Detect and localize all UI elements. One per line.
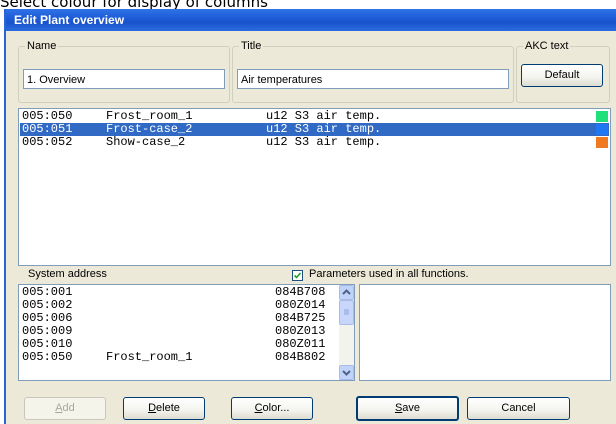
name-legend: Name — [25, 40, 59, 52]
point-parameter: u12 S3 air temp. — [266, 135, 382, 149]
params-checkbox[interactable] — [292, 270, 303, 281]
akc-text-legend: AKC text — [523, 40, 571, 52]
system-address-label: System address — [28, 268, 107, 280]
scroll-down-arrow-icon — [342, 370, 351, 376]
address-name: Frost_room_1 — [106, 350, 193, 364]
delete-mnemonic: D — [148, 402, 157, 414]
scroll-up-arrow-icon — [342, 289, 351, 295]
color-button[interactable]: Color... — [231, 397, 313, 420]
title-legend: Title — [239, 40, 264, 52]
check-icon — [293, 272, 302, 279]
scroll-down-button[interactable] — [339, 365, 354, 380]
system-address-list[interactable]: 005:001 084B708 005:002 080Z014 005:006 084B7… — [18, 284, 355, 381]
address-scrollbar[interactable] — [339, 285, 354, 380]
edit-plant-overview-dialog: Edit Plant overview Name 1. Overview Tit… — [4, 9, 616, 424]
save-label: ave — [402, 402, 421, 414]
address-code: 084B802 — [275, 350, 326, 364]
color-label: olor... — [262, 402, 290, 414]
add-mnemonic: A — [55, 402, 63, 414]
title-group: Title Air temperatures — [232, 40, 514, 103]
title-field[interactable]: Air temperatures — [237, 69, 509, 89]
points-list[interactable]: 005:050 Frost_room_1 u12 S3 air temp. 005:0… — [18, 108, 611, 266]
point-address: 005:052 — [22, 135, 73, 149]
points-list-row[interactable]: 005:052 Show-case_2 u12 S3 air temp. — [20, 136, 609, 149]
add-button[interactable]: Add — [24, 397, 106, 420]
color-swatch — [596, 137, 608, 148]
params-label: Parameters used in all functions. — [309, 268, 469, 280]
dialog-title: Edit Plant overview — [14, 13, 125, 27]
dialog-titlebar: Edit Plant overview — [6, 9, 616, 31]
parameter-list[interactable] — [359, 284, 611, 381]
default-button[interactable]: Default — [521, 64, 603, 87]
color-swatch — [596, 111, 608, 122]
name-field[interactable]: 1. Overview — [23, 69, 225, 89]
akc-text-group: AKC text Default — [516, 40, 610, 103]
delete-button[interactable]: Delete — [123, 397, 205, 420]
save-button[interactable]: Save — [356, 396, 459, 421]
add-label: dd — [62, 402, 75, 414]
point-name: Show-case_2 — [106, 135, 186, 149]
delete-label: elete — [156, 402, 180, 414]
cancel-button[interactable]: Cancel — [467, 397, 570, 420]
color-mnemonic: C — [254, 402, 263, 414]
name-group: Name 1. Overview — [18, 40, 230, 103]
scroll-thumb[interactable] — [339, 300, 354, 325]
address-list-row[interactable]: 005:050 Frost_room_1 084B802 — [20, 351, 338, 364]
address-value: 005:050 — [22, 350, 73, 364]
color-swatch — [596, 124, 608, 135]
grip-icon — [344, 309, 349, 315]
scroll-up-button[interactable] — [339, 285, 354, 300]
